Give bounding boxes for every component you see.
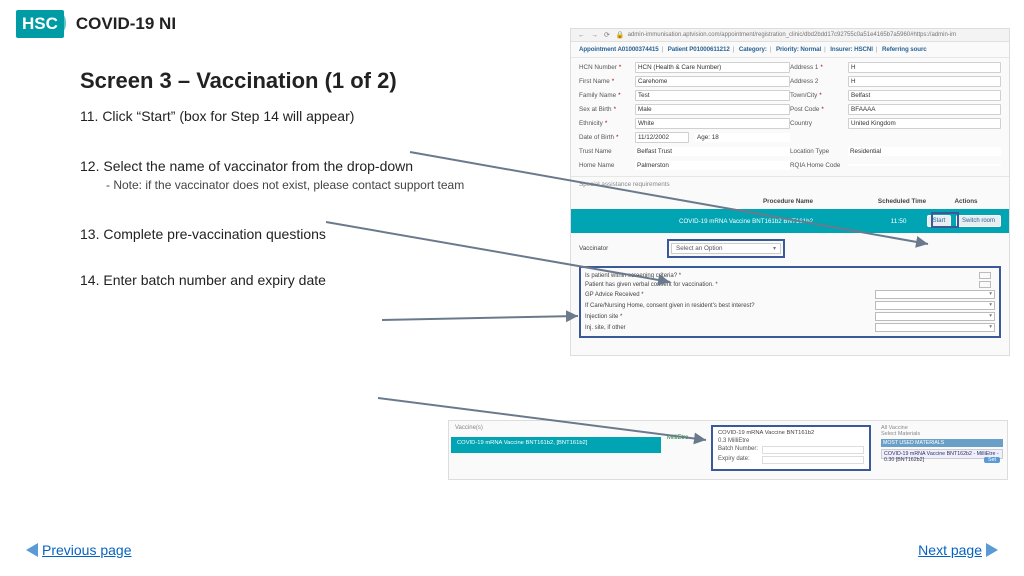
batch-input[interactable] — [762, 446, 864, 454]
start-highlight — [931, 212, 959, 228]
step-12-note: - Note: if the vaccinator does not exist… — [106, 178, 480, 192]
previous-page-link[interactable]: Previous page — [26, 542, 132, 558]
step-13: 13. Complete pre-vaccination questions — [80, 226, 480, 242]
browser-reload-icon: ⟳ — [604, 31, 610, 39]
hsc-logo: HSC — [16, 10, 64, 38]
dropdown[interactable] — [875, 301, 995, 310]
browser-fwd-icon: → — [591, 32, 598, 39]
screenshot-vaccination-top: ← → ⟳ 🔒 admin-immunisation.aptvision.com… — [570, 28, 1010, 356]
url-text: admin-immunisation.aptvision.com/appoint… — [628, 32, 957, 38]
checkbox[interactable] — [979, 281, 991, 288]
arrow-right-icon — [986, 543, 998, 557]
breadcrumb: Appointment A01000374415| Patient P01000… — [571, 42, 1009, 58]
vaccine-teal-row: COVID-19 mRNA Vaccine BNT161b2, [BNT161b… — [451, 437, 661, 453]
checkbox[interactable] — [979, 272, 991, 279]
next-page-link[interactable]: Next page — [918, 542, 998, 558]
dropdown[interactable] — [875, 323, 995, 332]
set-button[interactable]: Set — [984, 457, 1000, 463]
dropdown[interactable] — [875, 290, 995, 299]
screenshot-vaccination-bottom: Vaccine(s) COVID-19 mRNA Vaccine BNT161b… — [448, 420, 1008, 480]
vaccinator-highlight: Select an Option — [667, 239, 785, 258]
dropdown[interactable] — [875, 312, 995, 321]
brand-title: COVID-19 NI — [76, 14, 176, 34]
questions-highlight: Is patient within screening criteria? * … — [579, 266, 1001, 338]
step-11: 11. Click “Start” (box for Step 14 will … — [80, 108, 480, 124]
expiry-input[interactable] — [762, 456, 864, 464]
vaccinator-select[interactable]: Select an Option — [671, 243, 781, 254]
step-12: 12. Select the name of vaccinator from t… — [80, 158, 480, 192]
special-note: Special assistance requirements — [571, 177, 1009, 192]
switch-room-button[interactable]: Switch room — [956, 215, 1001, 227]
lock-icon: 🔒 — [616, 31, 625, 39]
procedure-row: COVID-19 mRNA Vaccine BNT161b2 BNT161b2 … — [571, 209, 1009, 233]
batch-expiry-highlight: COVID-19 mRNA Vaccine BNT161b2 0.3 Milli… — [711, 425, 871, 471]
browser-back-icon: ← — [578, 32, 585, 39]
step-14: 14. Enter batch number and expiry date — [80, 272, 480, 288]
arrow-left-icon — [26, 543, 38, 557]
step-12-text: 12. Select the name of vaccinator from t… — [80, 158, 413, 174]
